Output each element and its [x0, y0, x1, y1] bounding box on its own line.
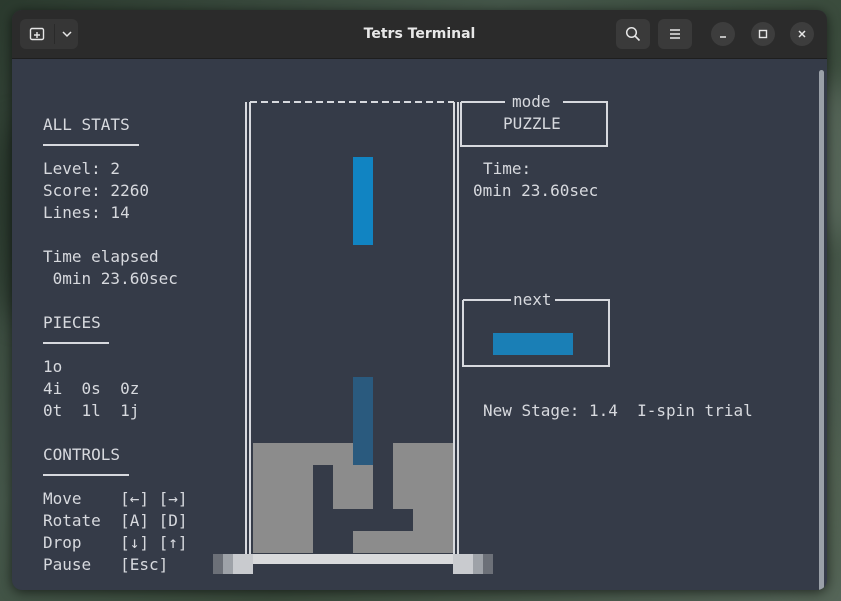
mode-label: mode — [512, 92, 551, 111]
control-rotate: Rotate [A] [D] — [43, 511, 188, 530]
pieces-heading-underline — [43, 342, 109, 344]
pieces-row-3: 0t 1l 1j — [43, 401, 140, 420]
new-tab-icon — [29, 27, 45, 41]
stage-message: New Stage: 1.4 I-spin trial — [483, 401, 753, 420]
timer-label: Time: — [483, 159, 532, 178]
controls-heading-underline — [43, 474, 129, 476]
maximize-button[interactable] — [751, 22, 775, 46]
active-i-piece — [353, 157, 373, 245]
floor-left-fade-3 — [233, 554, 253, 574]
floor-bar — [253, 554, 453, 564]
scrollbar[interactable] — [819, 70, 824, 590]
well-gap-column — [373, 443, 393, 509]
terminal-content[interactable]: ALL STATS Level: 2 Score: 2260 Lines: 14… — [12, 58, 827, 590]
well-gap-left — [313, 465, 333, 553]
next-label: next — [513, 290, 552, 309]
pieces-row-1: 1o — [43, 357, 63, 376]
well-gap-mid — [333, 509, 413, 531]
minimize-icon — [720, 36, 726, 38]
playfield — [213, 101, 493, 574]
tab-dropdown-button[interactable] — [55, 19, 78, 49]
timer-value: 0min 23.60sec — [473, 181, 599, 200]
control-move: Move [←] [→] — [43, 489, 188, 508]
stat-score: Score: 2260 — [43, 181, 149, 200]
close-icon — [798, 30, 806, 38]
close-button[interactable] — [790, 22, 814, 46]
time-elapsed-value: 0min 23.60sec — [43, 269, 178, 288]
control-pause: Pause [Esc] — [43, 555, 169, 574]
search-button[interactable] — [616, 19, 650, 49]
window-title: Tetrs Terminal — [363, 26, 476, 42]
maximize-icon — [758, 29, 768, 39]
stat-lines: Lines: 14 — [43, 203, 130, 222]
hamburger-menu-icon — [670, 29, 680, 39]
time-elapsed-label: Time elapsed — [43, 247, 159, 266]
ghost-i-piece — [353, 377, 373, 465]
floor-under — [253, 564, 453, 574]
controls-heading: CONTROLS — [43, 445, 121, 464]
new-tab-group — [20, 19, 78, 49]
pieces-row-2: 4i 0s 0z — [43, 379, 140, 398]
mode-value: PUZZLE — [503, 114, 561, 133]
titlebar: Tetrs Terminal — [12, 10, 827, 59]
chevron-down-icon — [61, 31, 72, 38]
pieces-heading: PIECES — [43, 313, 101, 332]
control-drop: Drop [↓] [↑] — [43, 533, 188, 552]
stat-level: Level: 2 — [43, 159, 121, 178]
new-tab-button[interactable] — [20, 19, 54, 49]
terminal-window: Tetrs Terminal ALL STATS Level: 2 Score:… — [12, 10, 827, 590]
next-i-piece — [493, 333, 573, 355]
search-icon — [625, 26, 641, 42]
floor-right-fade-3 — [453, 554, 473, 574]
well-gap-bottom — [333, 531, 353, 553]
minimize-button[interactable] — [711, 22, 735, 46]
stats-heading-underline — [43, 144, 139, 146]
menu-button[interactable] — [658, 19, 692, 49]
stats-heading: ALL STATS — [43, 115, 130, 134]
